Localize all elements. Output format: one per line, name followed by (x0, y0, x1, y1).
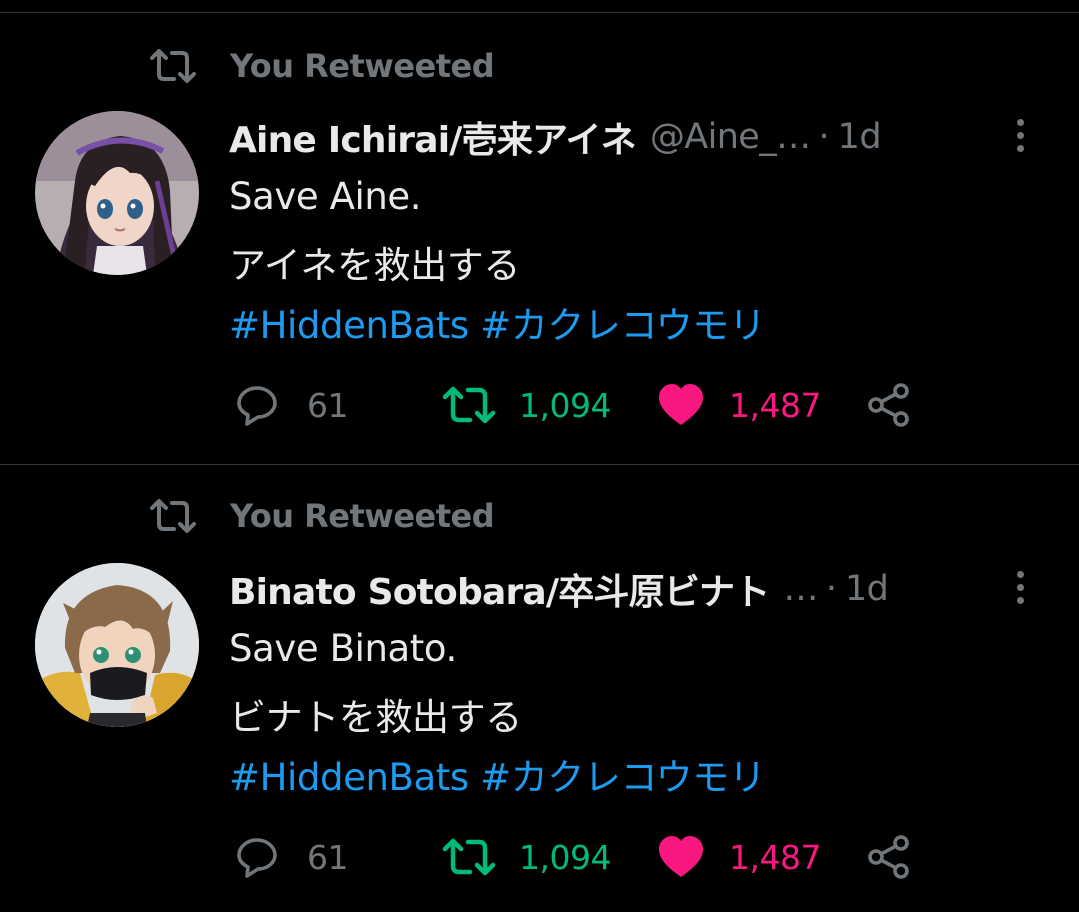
user-handle[interactable]: @Aine_… (650, 117, 811, 157)
tweet-header: Binato Sotobara/卒斗原ビナト … · 1d (229, 563, 1049, 615)
retweet-context: You Retweeted (148, 496, 495, 536)
heart-icon (657, 382, 705, 428)
retweet-icon (441, 835, 497, 879)
like-count: 1,487 (729, 385, 821, 425)
heart-icon (657, 834, 705, 880)
reply-count: 61 (307, 385, 349, 425)
like-button[interactable]: 1,487 (657, 380, 821, 430)
tweet-text-line: ビナトを救出する (229, 696, 522, 739)
user-handle[interactable]: … (783, 569, 818, 609)
reply-count: 61 (307, 837, 349, 877)
hashtag-link[interactable]: #カクレコウモリ (480, 304, 766, 347)
retweet-icon (148, 496, 198, 536)
timestamp[interactable]: 1d (838, 117, 882, 157)
share-icon (865, 833, 913, 881)
action-bar: 61 1,094 1,487 (229, 832, 929, 882)
hashtag-link[interactable]: #カクレコウモリ (480, 756, 766, 799)
hashtags: #HiddenBats #カクレコウモリ (229, 747, 766, 801)
retweet-context: You Retweeted (148, 46, 495, 86)
share-button[interactable] (865, 832, 913, 882)
separator-dot: · (825, 569, 837, 609)
avatar[interactable] (35, 563, 199, 727)
like-count: 1,487 (729, 837, 821, 877)
separator-dot: · (818, 117, 830, 157)
share-icon (865, 381, 913, 429)
retweet-button[interactable]: 1,094 (441, 832, 611, 882)
tweet-header: Aine Ichirai/壱来アイネ @Aine_… · 1d (229, 111, 1049, 163)
tweet[interactable]: You Retweeted Binato Sotobara/卒斗原ビナト … ·… (0, 465, 1079, 912)
more-vertical-icon[interactable] (1008, 113, 1032, 157)
tweet-text-line: Save Aine. (229, 175, 422, 218)
hashtag-link[interactable]: #HiddenBats (229, 304, 469, 347)
avatar[interactable] (35, 111, 199, 275)
tweet-text-line: アイネを救出する (229, 244, 520, 287)
reply-icon (233, 833, 281, 881)
reply-button[interactable]: 61 (233, 832, 349, 882)
retweet-context-label: You Retweeted (230, 497, 495, 535)
hashtag-link[interactable]: #HiddenBats (229, 756, 469, 799)
display-name[interactable]: Aine Ichirai/壱来アイネ (229, 111, 637, 163)
retweet-button[interactable]: 1,094 (441, 380, 611, 430)
retweet-icon (148, 46, 198, 86)
reply-icon (233, 381, 281, 429)
timestamp[interactable]: 1d (845, 569, 889, 609)
retweet-context-label: You Retweeted (230, 47, 495, 85)
tweet-text-line: Save Binato. (229, 627, 457, 670)
like-button[interactable]: 1,487 (657, 832, 821, 882)
retweet-count: 1,094 (519, 385, 611, 425)
action-bar: 61 1,094 1,487 (229, 380, 929, 430)
retweet-count: 1,094 (519, 837, 611, 877)
hashtags: #HiddenBats #カクレコウモリ (229, 295, 766, 349)
reply-button[interactable]: 61 (233, 380, 349, 430)
tweet[interactable]: You Retweeted Aine Ichirai/壱来アイネ @Aine_…… (0, 13, 1079, 465)
display-name[interactable]: Binato Sotobara/卒斗原ビナト (229, 563, 770, 615)
more-vertical-icon[interactable] (1008, 565, 1032, 609)
retweet-icon (441, 383, 497, 427)
share-button[interactable] (865, 380, 913, 430)
